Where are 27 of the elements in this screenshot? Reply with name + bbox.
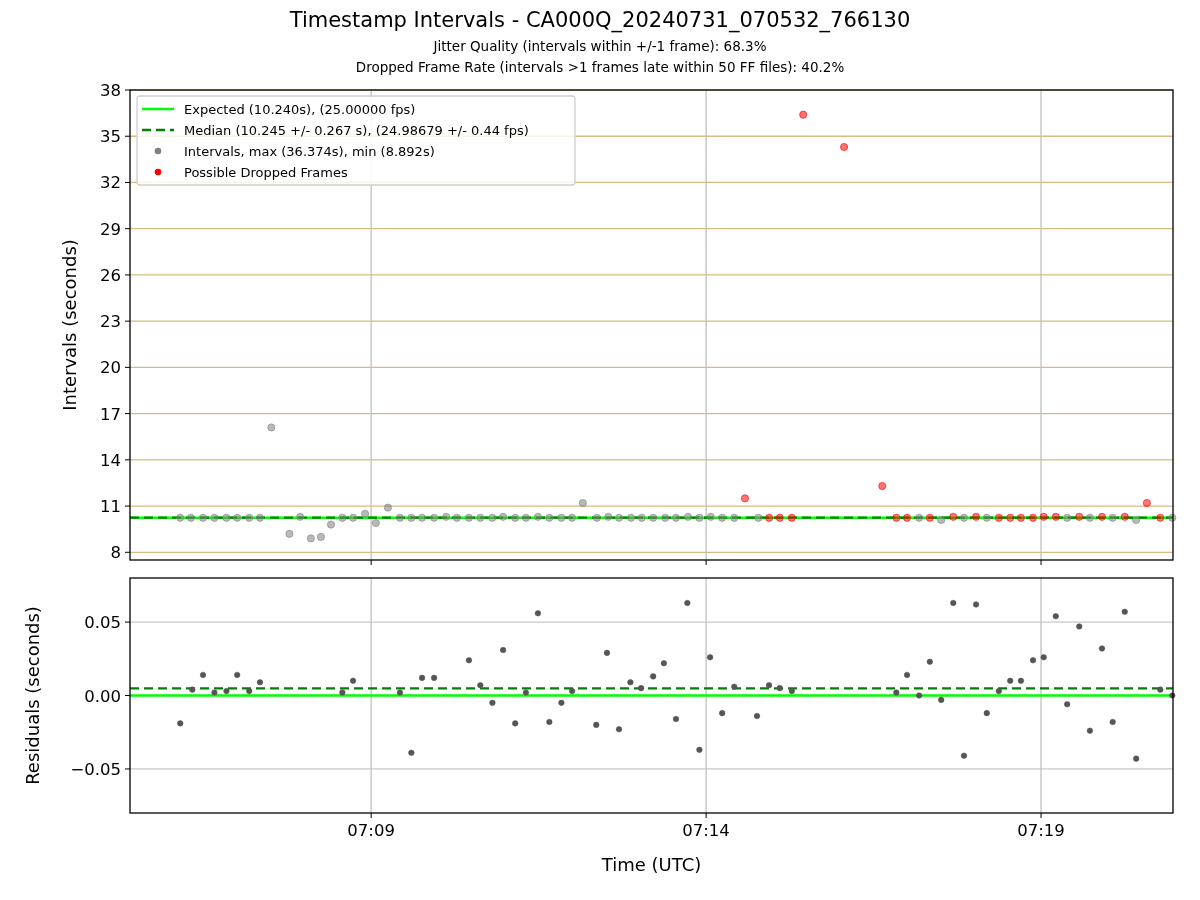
x-tick-label: 07:14 <box>682 821 730 840</box>
legend-label: Possible Dropped Frames <box>184 164 348 180</box>
y-tick-label: 26 <box>100 265 121 285</box>
legend-label: Expected (10.240s), (25.00000 fps) <box>184 101 416 117</box>
y-tick-label: 0.05 <box>84 613 121 633</box>
y-tick-label: 11 <box>100 497 121 517</box>
legend-label: Median (10.245 +/- 0.267 s), (24.98679 +/- 0.44 fps) <box>184 122 529 138</box>
chart-subtitle: Dropped Frame Rate (intervals >1 frames late within 50 FF files): 40.2% <box>355 58 845 77</box>
y-axis-label: Residuals (seconds) <box>22 606 43 785</box>
y-tick-label: 23 <box>100 312 121 332</box>
y-tick-label: 8 <box>110 543 121 563</box>
y-tick-label: 35 <box>100 127 121 147</box>
y-tick-label: 29 <box>100 219 121 239</box>
x-tick-label: 07:19 <box>1017 821 1065 840</box>
y-tick-label: 32 <box>100 173 121 193</box>
y-axis-label: Intervals (seconds) <box>59 239 80 411</box>
x-axis-label: Time (UTC) <box>601 854 702 875</box>
chart-title: Timestamp Intervals - CA000Q_20240731_070532_766130 <box>289 7 911 33</box>
y-tick-label: 20 <box>100 358 121 378</box>
x-tick-label: 07:09 <box>347 821 395 840</box>
legend-label: Intervals, max (36.374s), min (8.892s) <box>184 143 435 159</box>
y-tick-label: 38 <box>100 81 121 100</box>
y-tick-label: 14 <box>100 450 121 470</box>
y-tick-label: 17 <box>100 404 121 424</box>
y-tick-label: 0.00 <box>84 686 121 706</box>
chart-subtitle: Jitter Quality (intervals within +/-1 frame): 68.3% <box>433 37 767 56</box>
y-tick-label: −0.05 <box>70 759 121 779</box>
